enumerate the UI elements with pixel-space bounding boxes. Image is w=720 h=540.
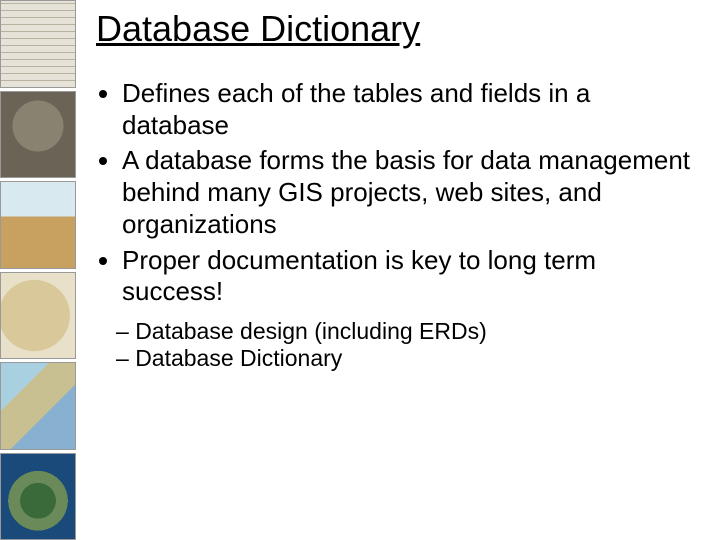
sub-bullet-item: Database Dictionary [116, 345, 702, 372]
thumb-painting-icon [0, 181, 76, 269]
thumb-grid-icon [0, 0, 76, 88]
slide-title: Database Dictionary [96, 8, 702, 50]
sub-bullet-list: Database design (including ERDs) Databas… [96, 318, 702, 372]
thumbnail-sidebar [0, 0, 80, 540]
thumb-region-map-icon [0, 362, 76, 450]
slide-content: Database Dictionary Defines each of the … [80, 0, 720, 540]
thumb-globe-icon [0, 453, 76, 540]
bullet-item: Proper documentation is key to long term… [122, 245, 702, 308]
sub-bullet-item: Database design (including ERDs) [116, 318, 702, 345]
thumb-tablet-icon [0, 91, 76, 179]
bullet-item: Defines each of the tables and fields in… [122, 78, 702, 141]
bullet-list: Defines each of the tables and fields in… [96, 78, 702, 308]
thumb-old-map-icon [0, 272, 76, 360]
bullet-item: A database forms the basis for data mana… [122, 145, 702, 240]
